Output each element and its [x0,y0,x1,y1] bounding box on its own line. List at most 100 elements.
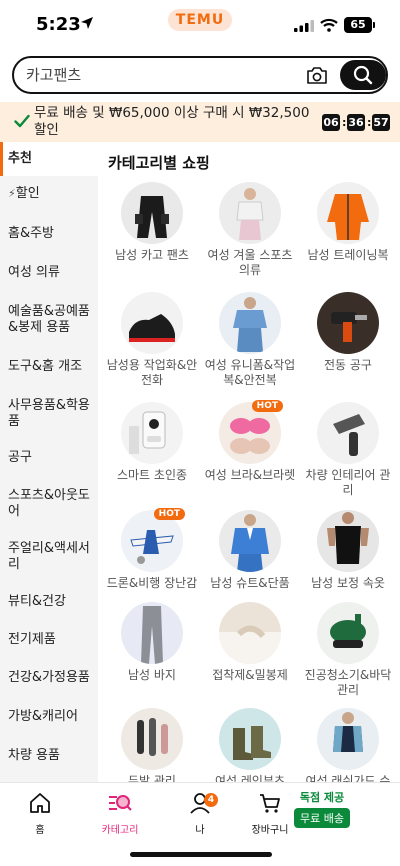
sidebar-item-label: 여성 의류 [8,265,60,280]
product-image [317,292,379,354]
category-hair-care[interactable]: 두발 관리 [102,704,202,782]
category-label: 남성 바지 [128,668,176,682]
category-label: 전동 공구 [324,358,372,372]
sidebar-item-beauty-health[interactable]: 뷰티&건강 [0,594,98,610]
sidebar-item-recommended[interactable]: 추천 [0,142,98,176]
search-button[interactable] [340,60,386,90]
sidebar-item-sale[interactable]: ⚡할인 [0,186,98,202]
category-label: 남성 보정 속옷 [311,576,385,590]
category-womens-rain-boots[interactable]: 여성 레인부츠 [200,704,300,782]
category-label: 남성 트레이닝복 [307,248,389,262]
product-image [317,602,379,664]
category-mens-pants[interactable]: 남성 바지 [102,598,202,683]
sidebar-item-label: 전기제품 [8,632,56,647]
nav-cart[interactable]: 장바구니 [238,791,302,836]
sidebar-item-tools[interactable]: 공구 [0,450,98,466]
sidebar-item-label: 공구 [8,450,32,465]
category-vacuum-cleaners[interactable]: 진공청소기&바닥 관리 [298,598,398,698]
category-label: 여성 브라&브라렛 [204,468,296,482]
sidebar-item-label: 주얼리&액세서리 [8,541,90,572]
section-title: 카테고리별 쇼핑 [108,154,210,172]
offer-title: 독점 제공 [299,791,345,804]
sidebar-item-automotive[interactable]: 차량 용품 [0,748,98,764]
category-label: 남성용 작업화&안전화 [106,358,198,387]
free-shipping-button[interactable]: 무료 배송 [294,808,350,828]
product-image [317,708,379,770]
category-womens-uniform[interactable]: 여성 유니폼&작업복&안전복 [200,288,300,388]
category-label: 여성 레인부츠 [214,774,286,782]
category-label: 진공청소기&바닥 관리 [304,668,392,697]
category-smart-doorbell[interactable]: 스마트 초인종 [102,398,202,483]
hot-badge: HOT [251,400,283,412]
location-arrow-icon [81,17,93,29]
sidebar-item-label: 스포츠&아웃도어 [8,488,90,519]
product-image [121,708,183,770]
category-label: 여성 겨울 스포츠 의류 [207,248,293,277]
search-input[interactable] [26,64,286,86]
sidebar-item-label: 차량 용품 [8,748,60,763]
sidebar-item-arts-crafts[interactable]: 예술품&공예품&봉제 용품 [0,304,98,336]
sidebar-item-tools-home[interactable]: 도구&홈 개조 [0,359,98,375]
category-label: 남성 슈트&단품 [210,576,290,590]
product-image [219,708,281,770]
category-mens-suits[interactable]: 남성 슈트&단품 [200,506,300,591]
lightning-icon: ⚡ [8,187,16,200]
timer-minutes: 36 [347,114,365,131]
product-image [219,182,281,244]
battery-icon: 65 [344,17,375,33]
hot-badge: HOT [153,508,185,520]
category-grid: 남성 카고 팬츠 여성 겨울 스포츠 의류 남성 트레이닝복 남성용 작업화&안… [98,178,400,782]
camera-icon[interactable] [306,66,328,85]
sidebar-item-jewelry[interactable]: 주얼리&액세서리 [0,541,98,573]
sidebar-item-electronics[interactable]: 전기제품 [0,632,98,648]
timer-hours: 06 [322,114,340,131]
category-label: 여성 유니폼&작업복&안전복 [204,358,296,387]
status-time: 5:23 [36,14,81,35]
sidebar-item-label: 가방&캐리어 [8,709,78,724]
product-image [121,402,183,464]
category-car-interior[interactable]: 차량 인테리어 관리 [298,398,398,498]
nav-categories[interactable]: 카테고리 [88,791,152,836]
product-image [317,510,379,572]
nav-home[interactable]: 홈 [8,791,72,836]
category-label: 남성 카고 팬츠 [115,248,189,262]
category-drones[interactable]: HOT 드론&비행 장난감 [102,506,202,591]
sidebar-item-sports-outdoor[interactable]: 스포츠&아웃도어 [0,488,98,520]
temu-logo: TEMU [168,9,232,31]
timer-colon: : [367,116,372,129]
promo-banner[interactable]: 무료 배송 및 ₩65,000 이상 구매 시 ₩32,500 할인 06 : … [0,102,400,142]
home-icon [30,793,50,813]
cart-icon [260,794,280,813]
nav-me[interactable]: 4 나 [168,791,232,836]
free-shipping-offer[interactable]: 독점 제공 무료 배송 [294,789,350,828]
sidebar-item-womens-clothing[interactable]: 여성 의류 [0,265,98,281]
sidebar-item-home-kitchen[interactable]: 홈&주방 [0,226,98,242]
sidebar-item-health-household[interactable]: 건강&가정용품 [0,670,98,686]
category-sidebar: 추천 ⚡할인 홈&주방 여성 의류 예술품&공예품&봉제 용품 도구&홈 개조 … [0,142,98,782]
timer-seconds: 57 [372,114,390,131]
category-label: 여성 래쉬가드 수 [305,774,391,782]
timer-colon: : [342,116,347,129]
category-womens-rashguard[interactable]: 여성 래쉬가드 수 [298,704,398,782]
category-mens-shapewear[interactable]: 남성 보정 속옷 [298,506,398,591]
category-label: 두발 관리 [128,774,176,782]
category-womens-winter-sports[interactable]: 여성 겨울 스포츠 의류 [200,178,300,278]
category-adhesives[interactable]: 접착제&밀봉제 [200,598,300,683]
category-mens-cargo-pants[interactable]: 남성 카고 팬츠 [102,178,202,263]
product-image [219,510,281,572]
category-womens-bras[interactable]: HOT 여성 브라&브라렛 [200,398,300,483]
search-icon [353,65,373,85]
sidebar-item-label: 사무용품&학용품 [8,398,90,429]
category-mens-work-shoes[interactable]: 남성용 작업화&안전화 [102,288,202,388]
promo-text: 무료 배송 및 ₩65,000 이상 구매 시 ₩32,500 할인 [34,105,310,138]
sidebar-item-office-school[interactable]: 사무용품&학용품 [0,398,98,430]
sidebar-item-bags-luggage[interactable]: 가방&캐리어 [0,709,98,725]
sidebar-item-label: 도구&홈 개조 [8,359,83,374]
sidebar-item-label: 추천 [8,151,32,166]
product-image [121,602,183,664]
category-power-tools[interactable]: 전동 공구 [298,288,398,373]
category-mens-tracksuit[interactable]: 남성 트레이닝복 [298,178,398,263]
category-label: 드론&비행 장난감 [106,576,198,590]
status-bar: 5:23 TEMU 65 [0,0,400,52]
wifi-icon [320,18,338,32]
